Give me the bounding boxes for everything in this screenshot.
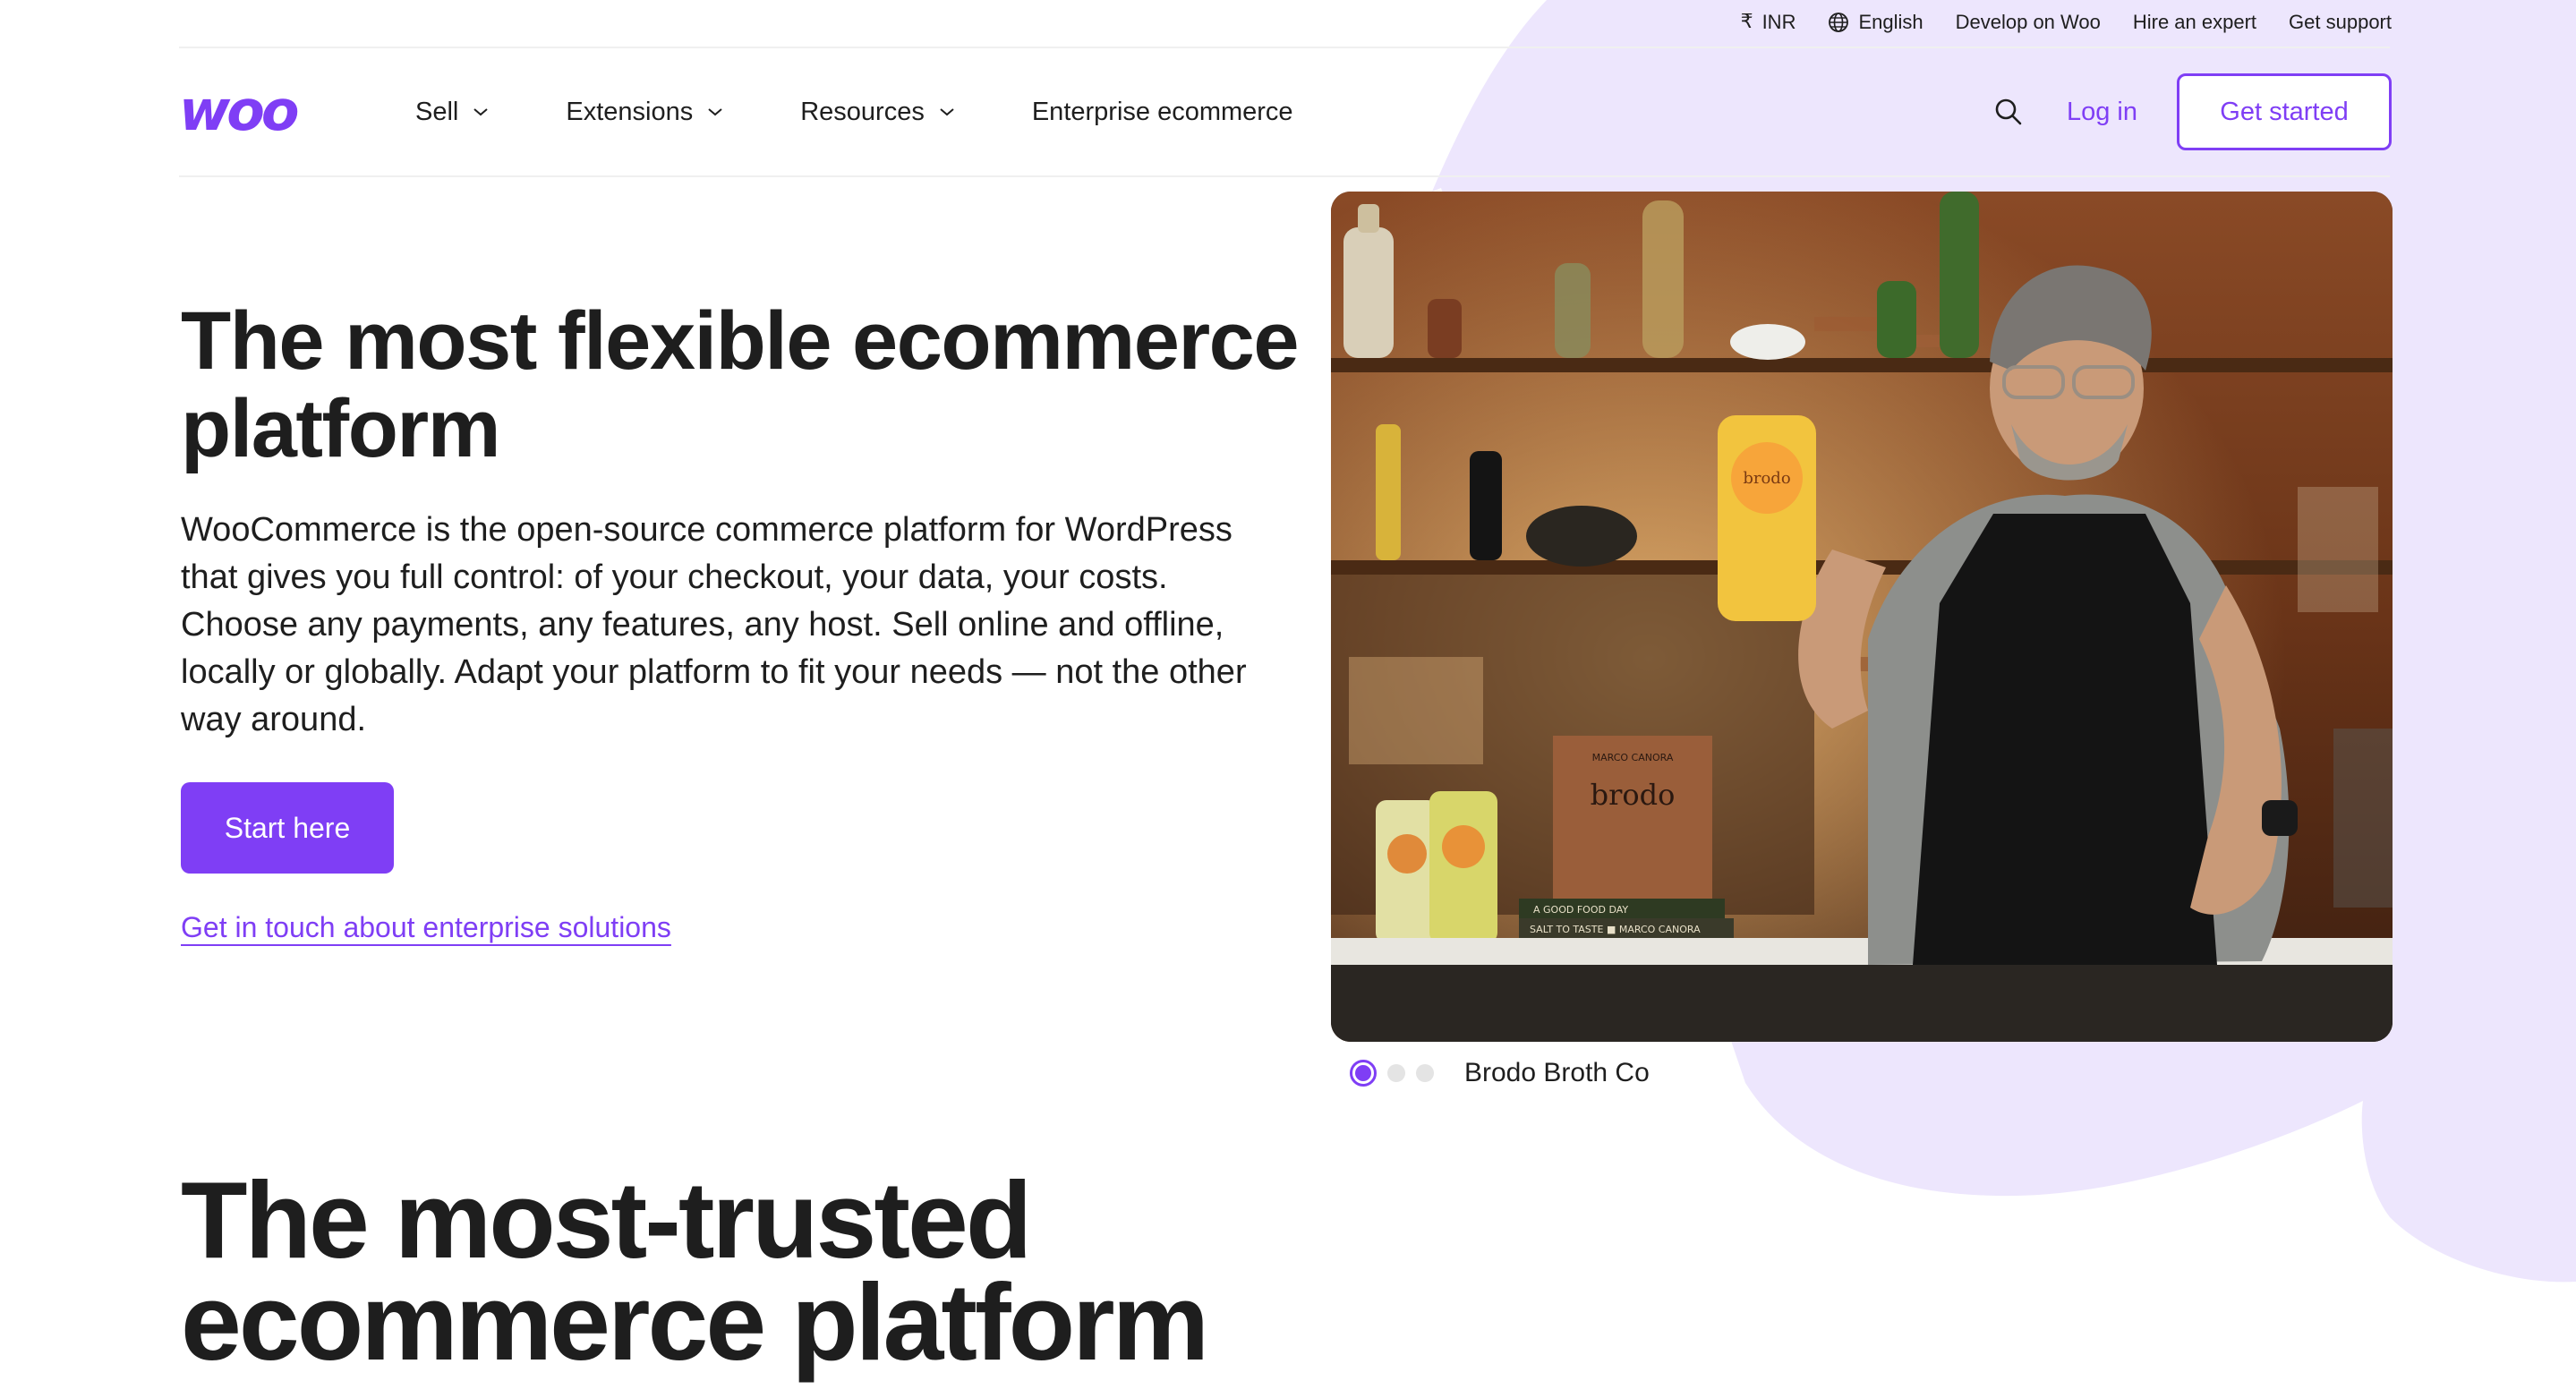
nav-links: Sell Extensions Resources Enterprise eco… bbox=[415, 98, 1293, 127]
nav-actions: Log in Get started bbox=[1993, 73, 2392, 150]
book-spine-2: SALT TO TASTE ■ MARCO CANORA bbox=[1530, 924, 1701, 935]
language-selector[interactable]: English bbox=[1828, 11, 1923, 34]
book-author: MARCO CANORA bbox=[1592, 752, 1674, 763]
book-title: brodo bbox=[1591, 778, 1676, 812]
enterprise-contact-link[interactable]: Get in touch about enterprise solutions bbox=[181, 911, 671, 944]
language-label: English bbox=[1858, 11, 1923, 33]
book-spine-1: A GOOD FOOD DAY bbox=[1533, 904, 1628, 916]
carousel-caption: Brodo Broth Co bbox=[1464, 1058, 1650, 1087]
page: ₹ INR English Develop on Woo Hire an exp… bbox=[0, 0, 2576, 1398]
nav-item-extensions[interactable]: Extensions bbox=[566, 98, 723, 127]
nav-item-label: Resources bbox=[800, 97, 925, 126]
woo-logo[interactable]: woo bbox=[179, 87, 337, 137]
rupee-icon: ₹ bbox=[1740, 11, 1753, 33]
develop-on-woo-link[interactable]: Develop on Woo bbox=[1956, 11, 2101, 34]
section-title-trusted: The most-trusted ecommerce platform bbox=[181, 1159, 1209, 1383]
pouch-label: brodo bbox=[1743, 469, 1790, 488]
nav-item-label: Extensions bbox=[566, 97, 694, 126]
utility-divider bbox=[179, 47, 2390, 48]
carousel-dot-3[interactable] bbox=[1416, 1064, 1434, 1082]
currency-label: INR bbox=[1761, 11, 1796, 33]
hero-description: WooCommerce is the open-source commerce … bbox=[181, 511, 1247, 738]
nav-item-sell[interactable]: Sell bbox=[415, 98, 489, 127]
hero-title: The most flexible ecommerce platform bbox=[181, 295, 1300, 474]
carousel-controls: Brodo Broth Co bbox=[1350, 1056, 1650, 1090]
chevron-down-icon bbox=[708, 108, 722, 116]
nav-divider bbox=[179, 175, 2390, 177]
start-here-button[interactable]: Start here bbox=[181, 782, 394, 874]
globe-icon bbox=[1829, 13, 1849, 32]
hero-image: brodo MARCO CANORA A GOOD FOOD DAY SALT … bbox=[1331, 192, 2393, 1042]
carousel-dot-1[interactable] bbox=[1350, 1060, 1377, 1087]
main-nav: woo Sell Extensions Resources Enterprise… bbox=[179, 72, 2392, 152]
hire-an-expert-link[interactable]: Hire an expert bbox=[2133, 11, 2256, 34]
currency-selector[interactable]: ₹ INR bbox=[1741, 11, 1796, 34]
get-started-button[interactable]: Get started bbox=[2177, 73, 2392, 150]
search-button[interactable] bbox=[1993, 97, 2024, 127]
chevron-down-icon bbox=[473, 108, 489, 116]
get-support-link[interactable]: Get support bbox=[2289, 11, 2392, 34]
nav-item-resources[interactable]: Resources bbox=[800, 98, 955, 127]
hero-illustration: brodo MARCO CANORA A GOOD FOOD DAY SALT … bbox=[1331, 192, 2393, 1042]
carousel-dot-2[interactable] bbox=[1387, 1064, 1405, 1082]
nav-item-enterprise-ecommerce[interactable]: Enterprise ecommerce bbox=[1032, 98, 1293, 127]
search-icon bbox=[1995, 98, 2022, 125]
login-link[interactable]: Log in bbox=[2067, 98, 2137, 127]
utility-bar: ₹ INR English Develop on Woo Hire an exp… bbox=[1741, 0, 2392, 45]
nav-item-label: Sell bbox=[415, 97, 459, 126]
nav-item-label: Enterprise ecommerce bbox=[1031, 97, 1293, 126]
chevron-down-icon bbox=[940, 108, 954, 116]
logo-text: woo bbox=[179, 87, 298, 137]
